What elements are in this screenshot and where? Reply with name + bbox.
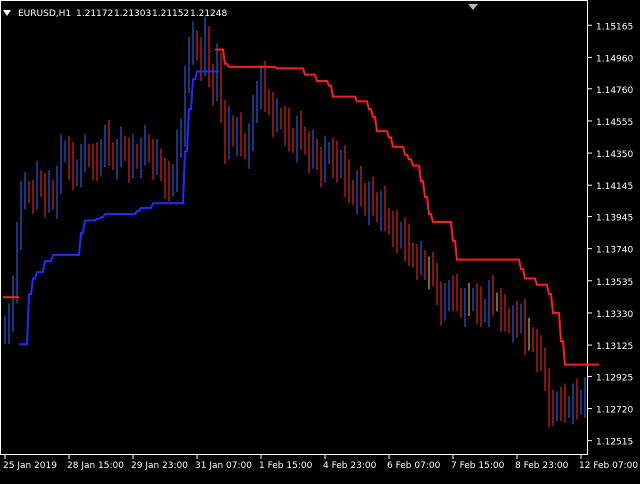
y-tick-label: 1.14145 [596, 182, 633, 192]
ohlc-close: 1.21248 [190, 9, 227, 19]
chart-shift-marker-icon[interactable] [468, 4, 478, 10]
y-tick-label: 1.12720 [596, 406, 633, 416]
ohlc-high: 1.21303 [114, 9, 151, 19]
time-axis: 25 Jan 2019 28 Jan 15:00 29 Jan 23:00 31 Ja… [3, 454, 638, 471]
y-tick-label: 1.13945 [596, 214, 633, 224]
y-tick-label: 1.14760 [596, 86, 633, 96]
chart-canvas[interactable]: 1.15165 1.14960 1.14760 1.14555 1.14350 1.141… [0, 0, 640, 480]
price-axis: 1.15165 1.14960 1.14760 1.14555 1.14350 1.141… [587, 22, 633, 448]
y-tick-label: 1.13330 [596, 310, 633, 320]
y-tick-label: 1.15165 [596, 22, 633, 32]
y-tick-label: 1.13535 [596, 278, 633, 288]
price-chart[interactable]: 1.15165 1.14960 1.14760 1.14555 1.14350 1.141… [0, 0, 640, 480]
y-tick-label: 1.13125 [596, 342, 633, 352]
candles-series [4, 16, 586, 428]
symbol-label: EURUSD,H1 [18, 9, 71, 19]
y-tick-label: 1.14350 [596, 150, 633, 160]
y-tick-label: 1.14960 [596, 54, 633, 64]
y-tick-label: 1.14555 [596, 118, 633, 128]
x-tick-label: 7 Feb 15:00 [451, 461, 505, 471]
x-tick-label: 12 Feb 07:00 [579, 461, 638, 471]
ohlc-low: 1.21152 [152, 9, 189, 19]
ohlc-open: 1.21172 [76, 9, 113, 19]
chart-header: EURUSD,H1 1.21172 1.21303 1.21152 1.2124… [3, 4, 478, 19]
x-tick-label: 8 Feb 23:00 [515, 461, 569, 471]
x-tick-label: 29 Jan 23:00 [131, 461, 188, 471]
x-tick-label: 4 Feb 23:00 [323, 461, 377, 471]
y-tick-label: 1.12515 [596, 438, 633, 448]
x-tick-label: 6 Feb 07:00 [387, 461, 441, 471]
y-tick-label: 1.13740 [596, 246, 633, 256]
x-tick-label: 1 Feb 15:00 [259, 461, 313, 471]
red-stop-line [3, 48, 599, 366]
x-tick-label: 28 Jan 15:00 [67, 461, 124, 471]
chart-menu-triangle-icon[interactable] [3, 10, 11, 16]
indicator-lines [3, 48, 599, 366]
y-tick-label: 1.12925 [596, 373, 633, 383]
x-tick-label: 25 Jan 2019 [3, 461, 57, 471]
x-tick-label: 31 Jan 07:00 [195, 461, 252, 471]
